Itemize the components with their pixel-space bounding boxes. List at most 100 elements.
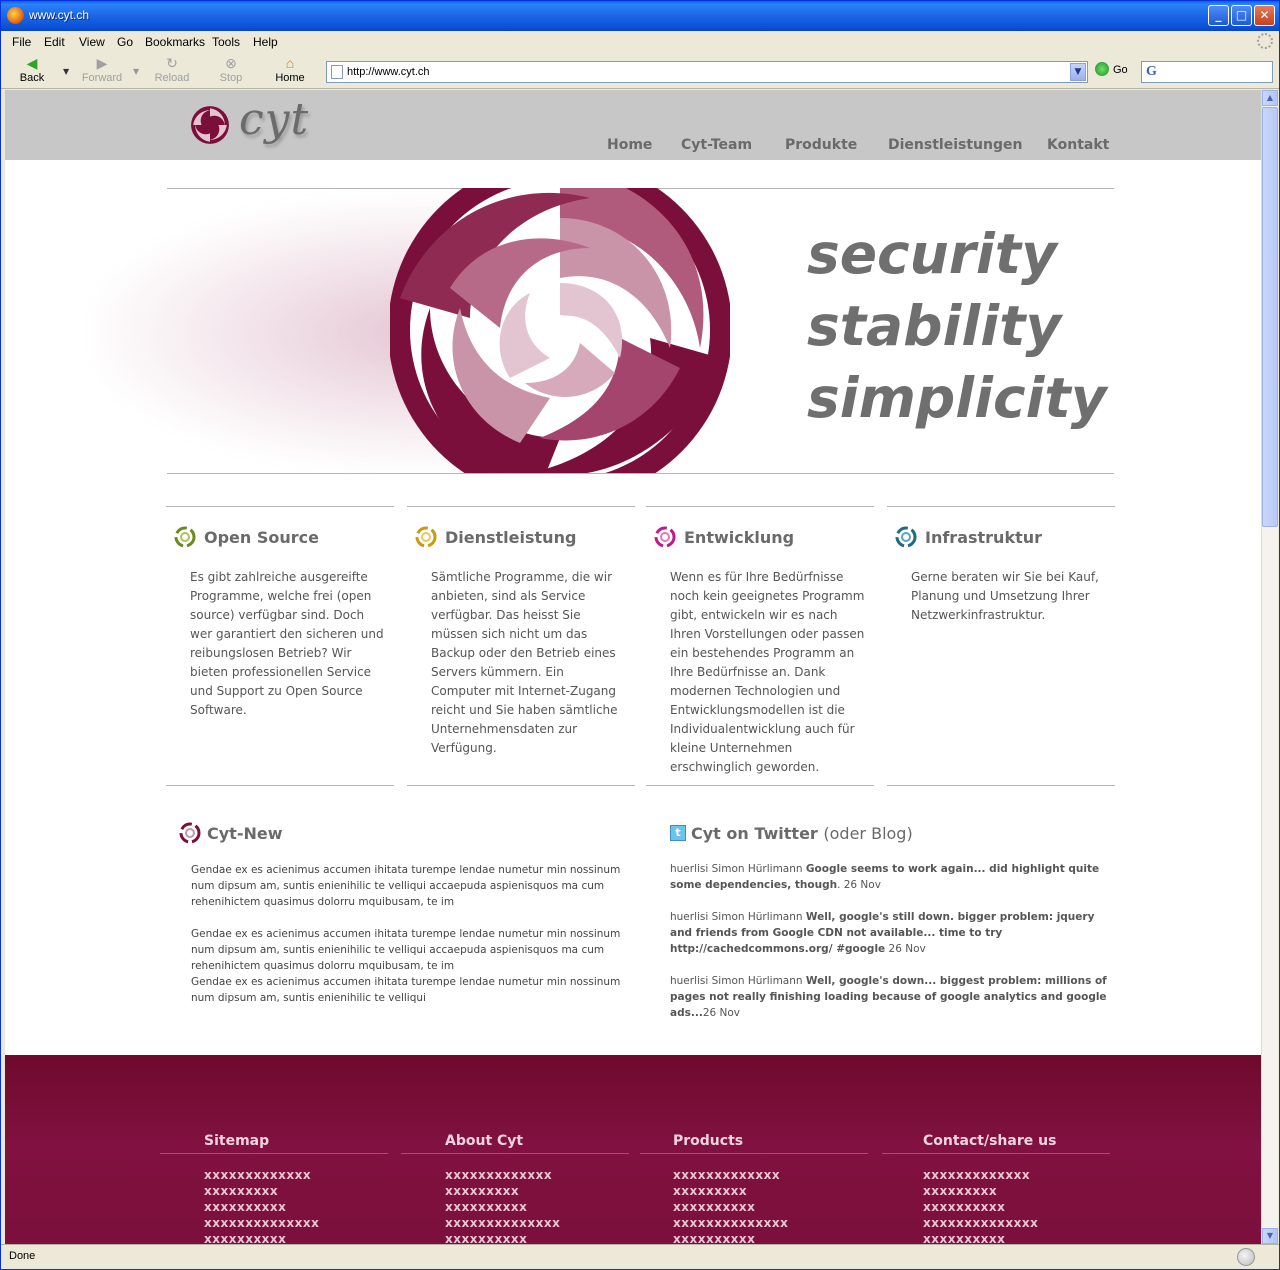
- scroll-down-icon[interactable]: ▼: [1262, 1228, 1278, 1244]
- footer-link[interactable]: xxxxxxxxx: [923, 1183, 1038, 1199]
- menu-go[interactable]: Go: [117, 35, 133, 49]
- google-search-icon[interactable]: G: [1146, 64, 1157, 80]
- footer-link[interactable]: xxxxxxxxxx: [204, 1231, 319, 1244]
- nav-cyt-team[interactable]: Cyt-Team: [681, 137, 752, 153]
- menu-bookmarks[interactable]: Bookmarks: [145, 35, 205, 49]
- tweet-user[interactable]: huerlisi Simon Hürlimann: [670, 975, 803, 987]
- minimize-button[interactable]: _: [1208, 5, 1229, 26]
- tweet: huerlisi Simon Hürlimann Well, google's …: [670, 909, 1120, 957]
- reload-icon: ↻: [166, 55, 178, 71]
- menu-help[interactable]: Help: [253, 35, 278, 49]
- title-bar[interactable]: www.cyt.ch _ □ ✕: [1, 1, 1279, 31]
- footer-link[interactable]: xxxxxxxxxxxxxx: [204, 1215, 319, 1231]
- footer-link[interactable]: xxxxxxxxx: [673, 1183, 788, 1199]
- close-button[interactable]: ✕: [1254, 5, 1275, 26]
- scroll-up-icon[interactable]: ▲: [1262, 90, 1278, 106]
- menu-tools[interactable]: Tools: [212, 35, 240, 49]
- tweet-user[interactable]: huerlisi Simon Hürlimann: [670, 911, 803, 923]
- back-dropdown-icon[interactable]: ▼: [63, 67, 69, 76]
- tweet-date[interactable]: 26 Nov: [703, 1007, 740, 1019]
- column-divider: [166, 785, 394, 786]
- forward-button[interactable]: ▶ Forward: [77, 55, 127, 87]
- tweet-user[interactable]: huerlisi Simon Hürlimann: [670, 863, 803, 875]
- nav-produkte[interactable]: Produkte: [785, 137, 857, 153]
- maximize-button[interactable]: □: [1231, 5, 1252, 26]
- footer-title: Products: [673, 1133, 744, 1149]
- tweet-date[interactable]: 26 Nov: [885, 943, 926, 955]
- footer-link[interactable]: xxxxxxxxxx: [445, 1199, 560, 1215]
- menu-file[interactable]: File: [12, 35, 31, 49]
- footer-links: xxxxxxxxxxxxx xxxxxxxxx xxxxxxxxxx xxxxx…: [204, 1167, 319, 1244]
- tweet: huerlisi Simon Hürlimann Well, google's …: [670, 973, 1120, 1021]
- footer-divider: [401, 1153, 629, 1154]
- scroll-thumb[interactable]: [1262, 107, 1278, 527]
- window-title: www.cyt.ch: [29, 8, 90, 22]
- footer-link[interactable]: xxxxxxxxxxxxxx: [923, 1215, 1038, 1231]
- back-label: Back: [19, 72, 45, 84]
- menu-edit[interactable]: Edit: [44, 35, 65, 49]
- reload-button[interactable]: ↻ Reload: [147, 55, 197, 87]
- footer-link[interactable]: xxxxxxxxxxxxxx: [445, 1215, 560, 1231]
- yellow-swirl-icon: [415, 526, 437, 548]
- tweet-date[interactable]: . 26 Nov: [837, 879, 881, 891]
- footer-link[interactable]: xxxxxxxxxxxxx: [673, 1167, 788, 1183]
- forward-dropdown-icon[interactable]: ▼: [133, 67, 139, 76]
- footer-link[interactable]: xxxxxxxxx: [445, 1183, 560, 1199]
- footer-links: xxxxxxxxxxxxx xxxxxxxxx xxxxxxxxxx xxxxx…: [445, 1167, 560, 1244]
- home-icon: ⌂: [285, 55, 295, 71]
- footer-link[interactable]: xxxxxxxxxxxxx: [923, 1167, 1038, 1183]
- service-title: Infrastruktur: [925, 528, 1043, 547]
- twitter-subtitle: (oder Blog): [823, 824, 913, 843]
- back-arrow-icon: ◀: [26, 55, 38, 71]
- news-title: Cyt-New: [207, 824, 283, 843]
- footer-link[interactable]: xxxxxxxxxx: [673, 1199, 788, 1215]
- footer-divider: [882, 1153, 1110, 1154]
- navigation-toolbar: ◀ Back ▼ ▶ Forward ▼ ↻ Reload ⊗ Stop ⌂ H…: [1, 53, 1279, 89]
- hero-swirl-icon: [390, 188, 730, 473]
- page-viewport: cyt Home Cyt-Team Produkte Dienstleistun…: [5, 90, 1261, 1244]
- twitter-icon: t: [670, 825, 686, 841]
- go-icon: [1095, 62, 1109, 76]
- nav-home[interactable]: Home: [607, 137, 652, 153]
- twitter-title: Cyt on Twitter (oder Blog): [691, 824, 913, 843]
- stop-label: Stop: [219, 72, 243, 84]
- status-text: Done: [9, 1250, 36, 1262]
- teal-swirl-icon: [895, 526, 917, 548]
- cyt-logo[interactable]: cyt: [189, 94, 339, 155]
- footer-link[interactable]: xxxxxxxxxx: [923, 1231, 1038, 1244]
- address-dropdown-icon[interactable]: ▼: [1070, 63, 1086, 81]
- address-url[interactable]: http://www.cyt.ch: [347, 66, 430, 78]
- footer-link[interactable]: xxxxxxxxxx: [923, 1199, 1038, 1215]
- footer-link[interactable]: xxxxxxxxxxxxx: [204, 1167, 319, 1183]
- home-label: Home: [275, 72, 305, 84]
- news-swirl-icon: [179, 822, 201, 844]
- throbber-icon: [1257, 33, 1273, 49]
- service-text: Sämtliche Programme, die wir anbieten, s…: [431, 570, 618, 755]
- footer-link[interactable]: xxxxxxxxx: [204, 1183, 319, 1199]
- service-title: Dienstleistung: [445, 528, 577, 547]
- footer-link[interactable]: xxxxxxxxxx: [204, 1199, 319, 1215]
- footer-link[interactable]: xxxxxxxxxxxxxx: [673, 1215, 788, 1231]
- news-paragraph: Gendae ex es acienimus accumen ihitata t…: [191, 864, 621, 908]
- green-swirl-icon: [174, 526, 196, 548]
- footer-link[interactable]: xxxxxxxxxx: [445, 1231, 560, 1244]
- nav-dienstleistungen[interactable]: Dienstleistungen: [888, 137, 1022, 153]
- browser-window: www.cyt.ch _ □ ✕ File Edit View Go Bookm…: [0, 0, 1280, 1270]
- footer-link[interactable]: xxxxxxxxxx: [673, 1231, 788, 1244]
- nav-kontakt[interactable]: Kontakt: [1047, 137, 1109, 153]
- hero-tagline: security stability simplicity: [807, 218, 1107, 434]
- back-button[interactable]: ◀ Back: [7, 55, 57, 87]
- address-bar[interactable]: http://www.cyt.ch ▼: [326, 61, 1088, 83]
- menu-bar: File Edit View Go Bookmarks Tools Help: [1, 31, 1279, 53]
- footer-link[interactable]: xxxxxxxxxxxxx: [445, 1167, 560, 1183]
- stop-button[interactable]: ⊗ Stop: [206, 55, 256, 87]
- service-title: Entwicklung: [684, 528, 795, 547]
- logo-wordmark: cyt: [239, 94, 310, 145]
- vertical-scrollbar[interactable]: ▲ ▼: [1261, 90, 1278, 1244]
- footer-divider: [640, 1153, 868, 1154]
- home-button[interactable]: ⌂ Home: [265, 55, 315, 87]
- go-button[interactable]: Go: [1095, 62, 1128, 76]
- status-orb-icon: [1237, 1248, 1255, 1266]
- menu-view[interactable]: View: [79, 35, 105, 49]
- search-input[interactable]: G: [1141, 61, 1273, 83]
